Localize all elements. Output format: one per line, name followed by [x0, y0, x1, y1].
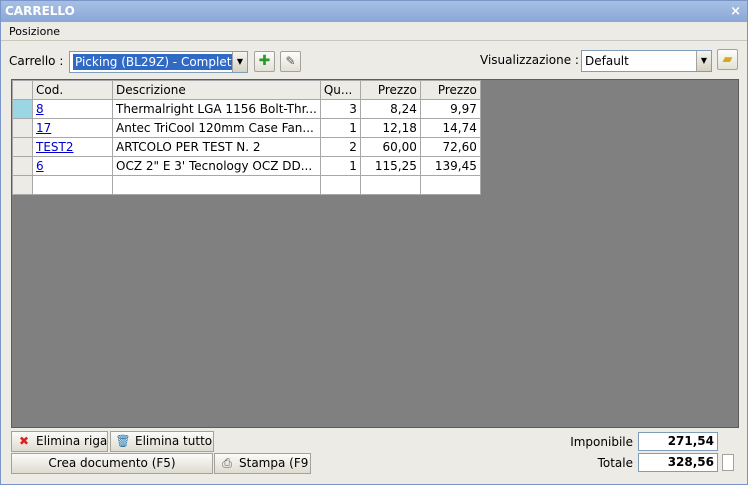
create-document-button[interactable]: Crea documento (F5) — [11, 453, 213, 474]
cart-window: CARRELLO × Posizione Carrello : Picking … — [0, 0, 748, 485]
cell-prezzo-ivato[interactable]: 72,60 — [419, 137, 481, 157]
cell-prezzo-ivato[interactable]: 9,97 — [419, 99, 481, 119]
imponibile-label: Imponibile — [570, 435, 633, 449]
trash-icon: 🗑 — [115, 434, 131, 448]
cell-prezzo-ivato[interactable]: 14,74 — [419, 118, 481, 138]
carrello-label: Carrello : — [9, 54, 64, 68]
row-selector[interactable] — [12, 156, 33, 176]
delete-all-label: Elimina tutto — [135, 434, 213, 448]
table-new-row[interactable] — [12, 175, 481, 195]
window-title: CARRELLO — [5, 4, 75, 18]
item-code-link[interactable]: 8 — [36, 102, 44, 116]
empty-cell[interactable] — [359, 175, 421, 195]
column-header-descrizione[interactable]: Descrizione — [112, 80, 321, 100]
table-row[interactable]: 8 Thermalright LGA 1156 Bolt-Thr... 3 8,… — [12, 99, 481, 119]
chevron-down-icon[interactable]: ▼ — [232, 52, 247, 72]
cell-descrizione[interactable]: OCZ 2" E 3' Tecnology OCZ DD... — [112, 156, 321, 176]
cell-descrizione[interactable]: Thermalright LGA 1156 Bolt-Thr... — [112, 99, 321, 119]
cart-grid-area: Cod. Descrizione Qu... Prezzo Prezzo 8 T… — [11, 79, 739, 428]
table-row[interactable]: TEST2 ARTCOLO PER TEST N. 2 2 60,00 72,6… — [12, 137, 481, 157]
delete-all-button[interactable]: 🗑 Elimina tutto — [110, 431, 214, 452]
cell-descrizione[interactable]: ARTCOLO PER TEST N. 2 — [112, 137, 321, 157]
title-bar: CARRELLO × — [1, 1, 747, 22]
cell-quantita[interactable]: 1 — [319, 156, 361, 176]
column-header-prezzo[interactable]: Prezzo — [359, 80, 421, 100]
create-document-label: Crea documento (F5) — [48, 456, 176, 470]
item-code-link[interactable]: TEST2 — [36, 140, 74, 154]
menu-item-posizione[interactable]: Posizione — [9, 25, 60, 38]
visualizzazione-selected-value: Default — [585, 54, 629, 68]
menu-bar: Posizione — [1, 23, 747, 41]
cell-descrizione[interactable]: Antec TriCool 120mm Case Fan... — [112, 118, 321, 138]
empty-cell[interactable] — [319, 175, 361, 195]
row-header-corner — [12, 80, 33, 100]
edit-icon[interactable]: ✎ — [280, 51, 301, 72]
print-label: Stampa (F9 — [239, 456, 309, 470]
row-selector[interactable] — [12, 99, 33, 119]
cell-prezzo[interactable]: 8,24 — [359, 99, 421, 119]
cell-prezzo-ivato[interactable]: 139,45 — [419, 156, 481, 176]
carrello-selected-value: Picking (BL29Z) - Complete — [73, 54, 241, 70]
row-selector[interactable] — [12, 118, 33, 138]
column-header-quantita[interactable]: Qu... — [319, 80, 361, 100]
item-code-link[interactable]: 17 — [36, 121, 51, 135]
printer-icon: ⎙ — [222, 456, 232, 470]
empty-cell[interactable] — [32, 175, 113, 195]
delete-row-button[interactable]: ✖ Elimina riga — [11, 431, 108, 452]
carrello-select[interactable]: Picking (BL29Z) - Complete ▼ — [69, 51, 248, 73]
cell-prezzo[interactable]: 60,00 — [359, 137, 421, 157]
close-icon[interactable]: × — [730, 1, 741, 22]
cart-table: Cod. Descrizione Qu... Prezzo Prezzo 8 T… — [12, 80, 481, 195]
table-row[interactable]: 17 Antec TriCool 120mm Case Fan... 1 12,… — [12, 118, 481, 138]
totale-label: Totale — [597, 456, 633, 470]
cell-quantita[interactable]: 3 — [319, 99, 361, 119]
cell-quantita[interactable]: 1 — [319, 118, 361, 138]
empty-cell[interactable] — [419, 175, 481, 195]
imponibile-value: 271,54 — [638, 432, 718, 451]
row-selector[interactable] — [12, 175, 33, 195]
table-row[interactable]: 6 OCZ 2" E 3' Tecnology OCZ DD... 1 115,… — [12, 156, 481, 176]
chevron-down-icon[interactable]: ▼ — [696, 51, 711, 71]
visualizzazione-select[interactable]: Default ▼ — [581, 50, 712, 72]
column-header-prezzo-ivato[interactable]: Prezzo — [419, 80, 481, 100]
cell-prezzo[interactable]: 115,25 — [359, 156, 421, 176]
delete-row-label: Elimina riga — [36, 434, 108, 448]
delete-icon: ✖ — [18, 434, 30, 448]
cell-quantita[interactable]: 2 — [319, 137, 361, 157]
row-selector[interactable] — [12, 137, 33, 157]
folder-icon[interactable]: ▰ — [717, 49, 738, 70]
column-header-cod[interactable]: Cod. — [32, 80, 113, 100]
totale-extra-box — [722, 454, 734, 471]
add-icon[interactable]: ✚ — [254, 51, 275, 72]
item-code-link[interactable]: 6 — [36, 159, 44, 173]
print-button[interactable]: ⎙ Stampa (F9 — [214, 453, 311, 474]
visualizzazione-label: Visualizzazione : — [480, 53, 579, 67]
table-header-row: Cod. Descrizione Qu... Prezzo Prezzo — [12, 80, 481, 100]
totale-value: 328,56 — [638, 453, 718, 472]
empty-cell[interactable] — [112, 175, 321, 195]
cell-prezzo[interactable]: 12,18 — [359, 118, 421, 138]
